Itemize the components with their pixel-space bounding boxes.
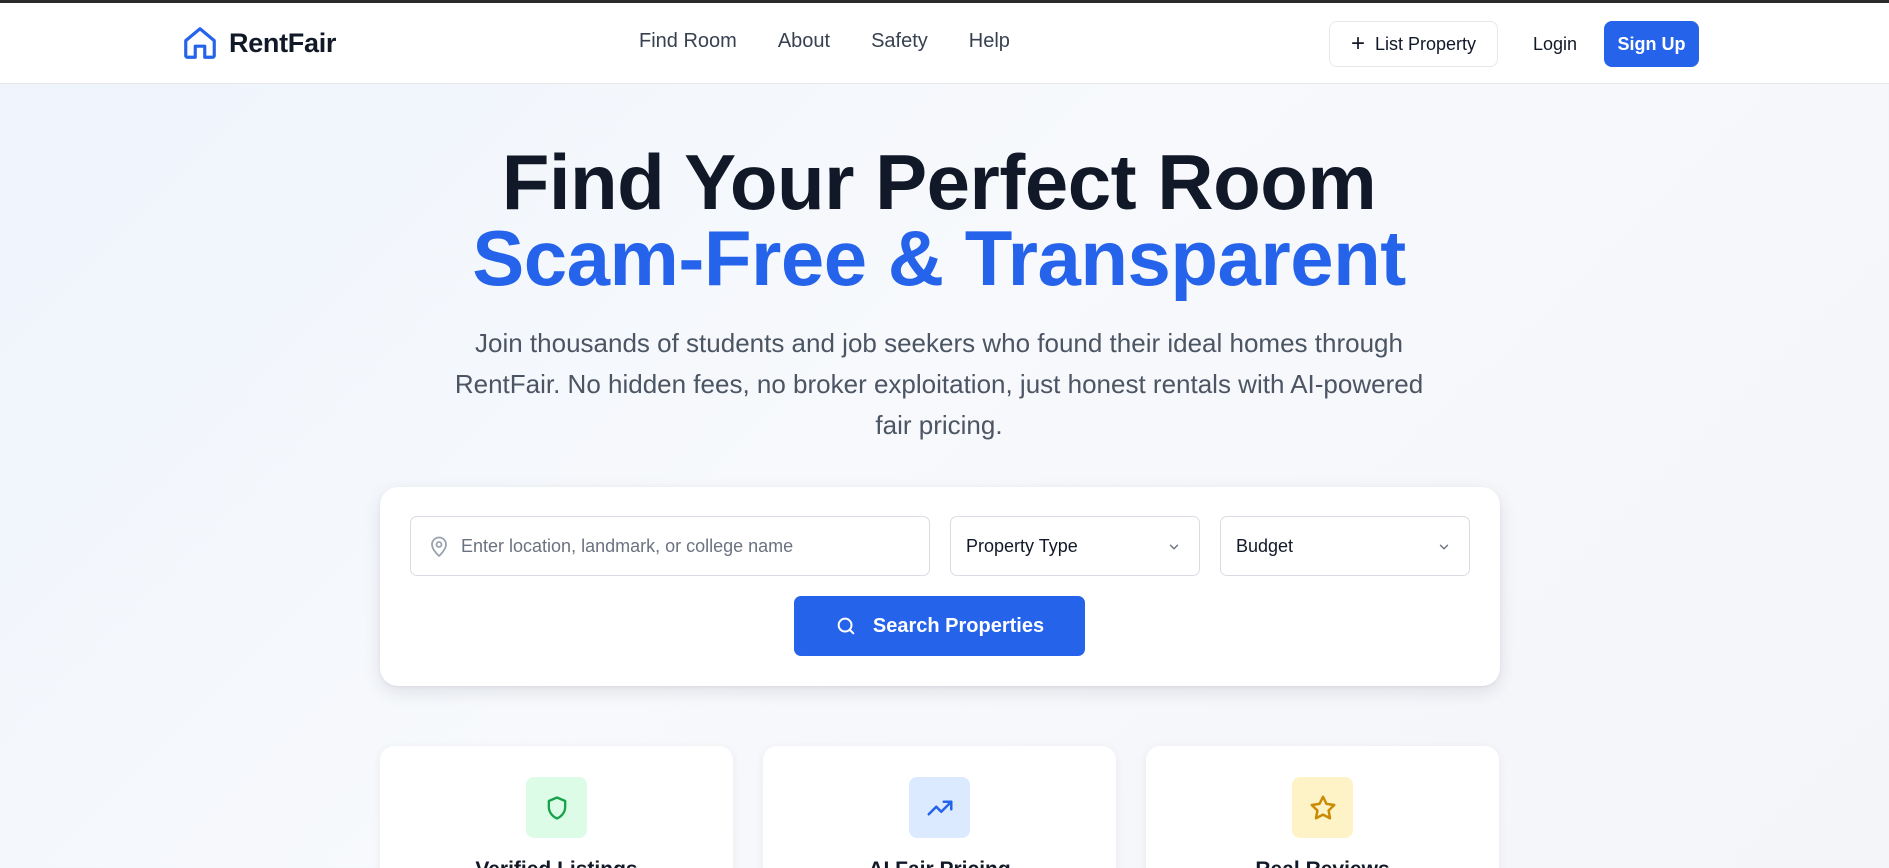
property-type-select[interactable]: Property Type [950,516,1200,576]
feature-card-verified: Verified Listings [380,746,733,868]
budget-value: Budget [1236,535,1294,556]
trending-up-icon [909,777,970,838]
brand-name: RentFair [229,27,337,58]
nav-link-safety[interactable]: Safety [871,30,928,53]
location-field [410,516,930,576]
budget-select[interactable]: Budget [1220,516,1470,576]
map-pin-icon [427,535,451,559]
chevron-down-icon [1437,540,1451,554]
login-button[interactable]: Login [1514,21,1596,67]
search-icon [835,615,857,637]
feature-card-reviews: Real Reviews [1146,746,1499,868]
nav-link-find-room[interactable]: Find Room [639,30,737,53]
nav-link-about[interactable]: About [778,30,830,53]
star-icon [1292,777,1353,838]
search-properties-button[interactable]: Search Properties [794,596,1085,656]
signup-button[interactable]: Sign Up [1604,21,1699,67]
property-type-value: Property Type [966,535,1078,556]
nav-link-help[interactable]: Help [969,30,1010,53]
main-nav: Find Room About Safety Help [639,30,1010,53]
feature-title: AI Fair Pricing [763,858,1116,868]
feature-card-ai-pricing: AI Fair Pricing [763,746,1116,868]
navbar: RentFair Find Room About Safety Help + L… [0,3,1889,84]
feature-title: Real Reviews [1146,858,1499,868]
hero-subtitle: Join thousands of students and job seeke… [454,328,1424,440]
search-button-label: Search Properties [872,614,1045,637]
plus-icon: + [1350,30,1365,57]
brand-logo[interactable]: RentFair [181,24,336,62]
list-property-button[interactable]: + List Property [1329,21,1498,67]
search-card: Property Type Budget Search Properties [380,487,1500,686]
location-input[interactable] [461,517,921,575]
shield-icon [526,777,587,838]
hero-title: Find Your Perfect Room [501,138,1377,226]
home-icon [181,24,219,62]
list-property-label: List Property [1374,33,1477,54]
chevron-down-icon [1167,540,1181,554]
feature-title: Verified Listings [380,858,733,868]
hero-title-accent: Scam-Free & Transparent [472,214,1406,302]
